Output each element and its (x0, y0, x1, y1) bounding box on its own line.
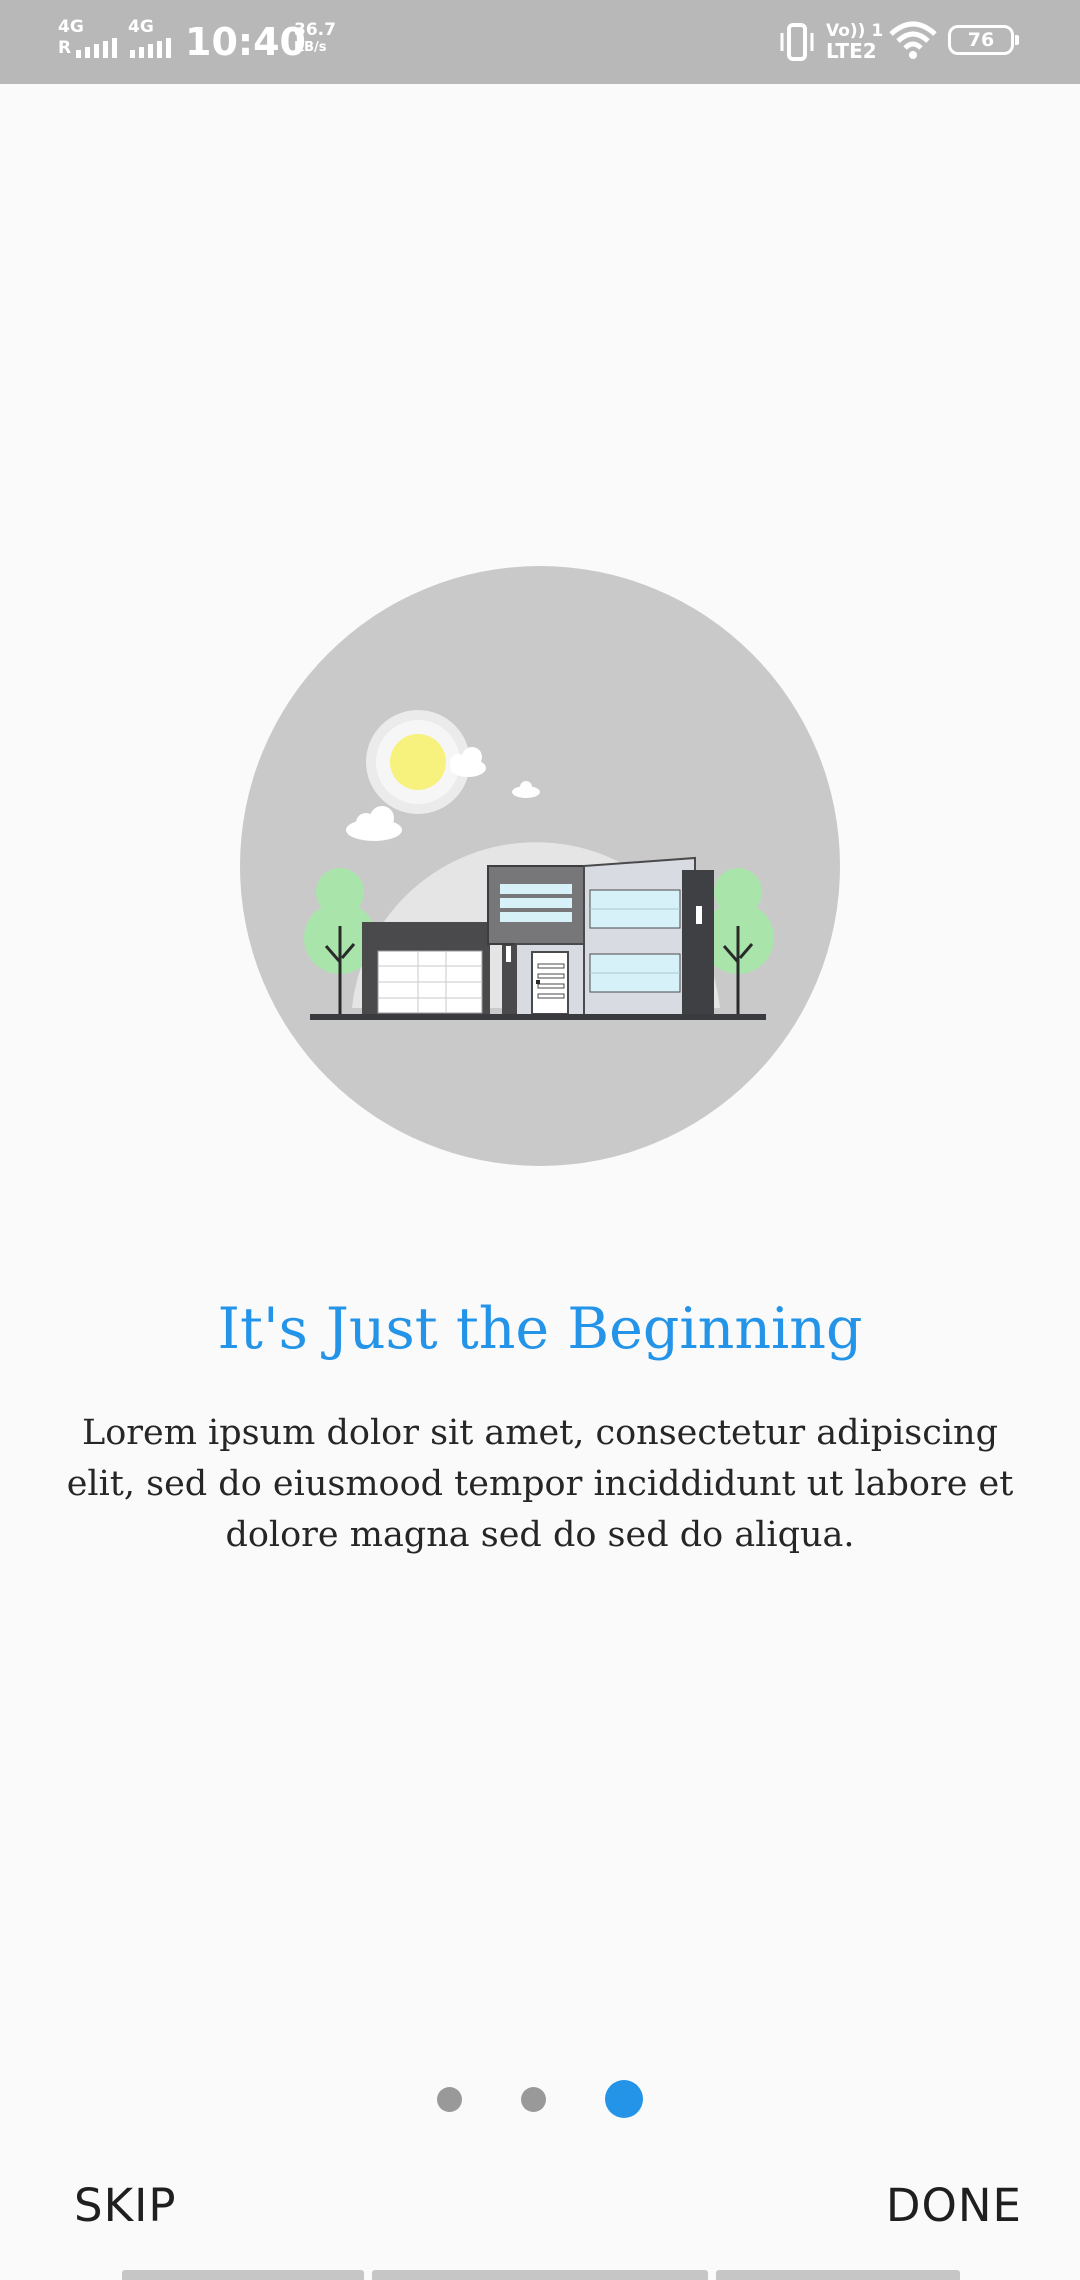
lte-label: LTE2 (826, 39, 877, 63)
vibrate-icon (780, 23, 814, 61)
roaming-indicator: R (58, 38, 72, 58)
page-indicator (0, 2078, 1080, 2118)
network-speed: 36.7 KB/s (294, 22, 354, 56)
page-dot-3-active[interactable] (605, 2080, 643, 2118)
sim2-signal: 4G (128, 18, 178, 62)
onboarding-description: Lorem ipsum dolor sit amet, consectetur … (66, 1413, 1014, 1555)
volte-indicator: Vo)) 1 LTE2 (826, 22, 883, 62)
status-bar: 4G R 4G 10:40 36.7 KB/s Vo)) 1 LTE2 76 (0, 0, 1080, 84)
clock: 10:40 (185, 20, 306, 64)
nav-hint-bar (372, 2270, 708, 2280)
skip-button[interactable]: SKIP (74, 2170, 176, 2242)
network-speed-unit: KB/s (294, 40, 327, 55)
network-speed-value: 36.7 (294, 20, 336, 40)
page-dot-1[interactable] (437, 2087, 462, 2112)
volte-label: Vo)) 1 (826, 21, 884, 41)
wifi-icon (889, 21, 937, 59)
signal-bars-icon (130, 38, 171, 58)
done-button[interactable]: DONE (886, 2170, 1022, 2242)
nav-hint-bar (716, 2270, 960, 2280)
onboarding-title: It's Just the Beginning (217, 1296, 863, 1362)
onboarding-screen: 4G R 4G 10:40 36.7 KB/s Vo)) 1 LTE2 76 I… (0, 0, 1080, 2280)
sim1-network-label: 4G (58, 17, 84, 37)
nav-hint-bar (122, 2270, 364, 2280)
sim1-signal: 4G R (58, 18, 120, 62)
house-illustration (240, 566, 840, 1166)
battery-icon: 76 (948, 25, 1019, 55)
sim2-network-label: 4G (128, 17, 154, 37)
battery-level: 76 (967, 29, 995, 51)
page-dot-2[interactable] (521, 2087, 546, 2112)
signal-bars-icon (76, 38, 117, 58)
